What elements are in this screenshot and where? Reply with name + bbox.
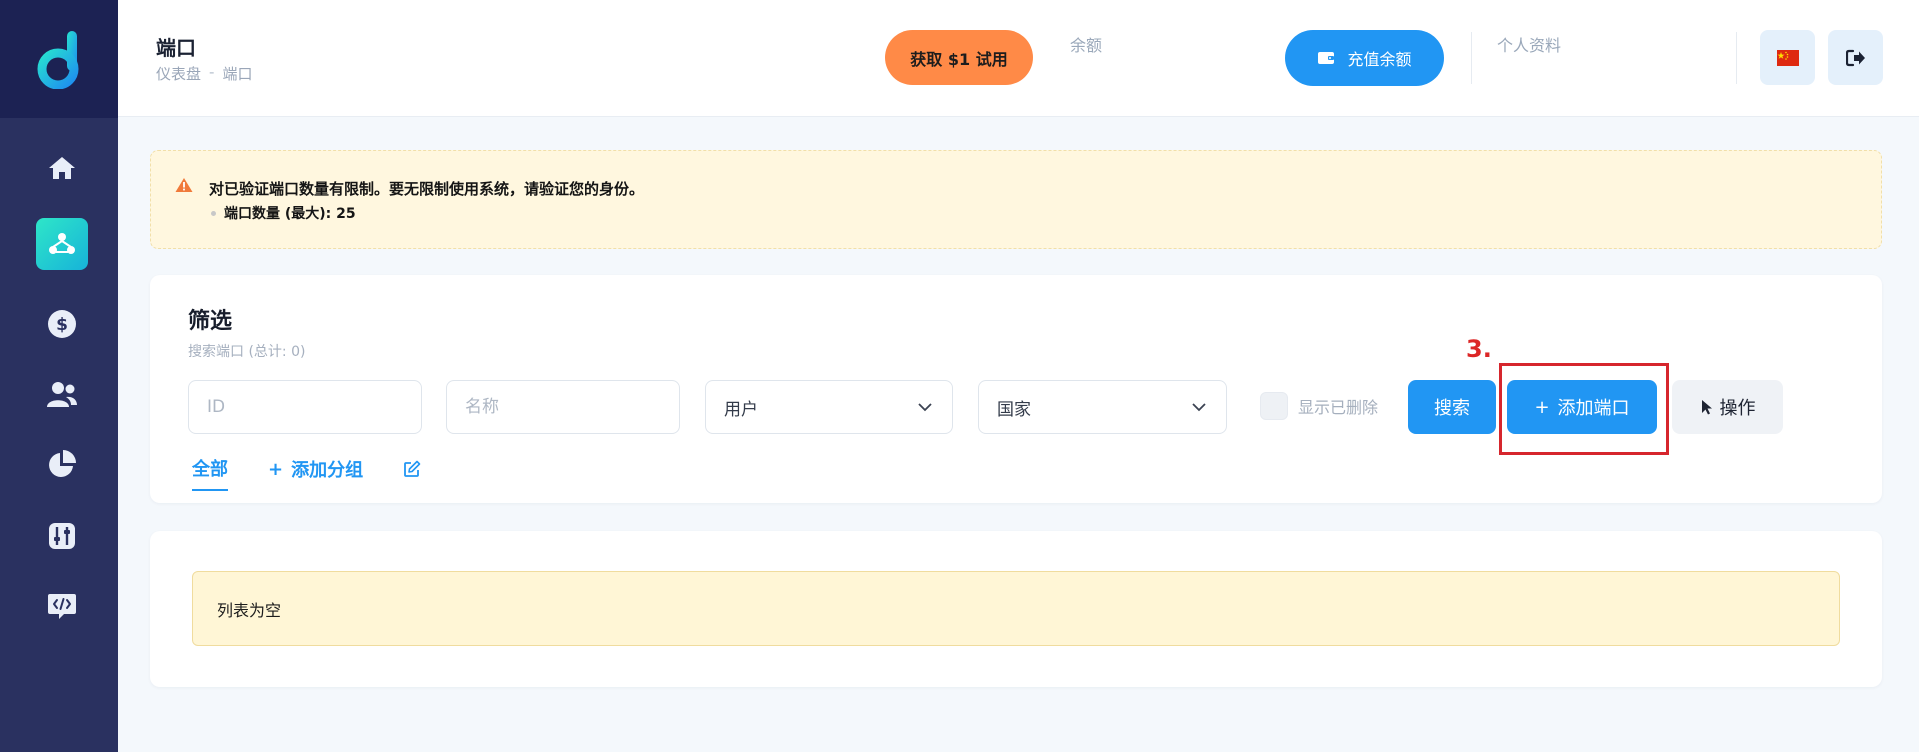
add-port-label: 添加端口 xyxy=(1557,398,1630,419)
name-input[interactable] xyxy=(465,397,679,417)
actions-button[interactable]: 操作 xyxy=(1672,380,1783,434)
breadcrumb-separator: - xyxy=(209,63,215,81)
show-deleted-label: 显示已删除 xyxy=(1298,398,1379,417)
dollar-icon: $ xyxy=(48,310,76,338)
users-icon xyxy=(47,382,77,407)
sidebar-item-settings[interactable] xyxy=(36,510,88,562)
breadcrumb-ports: 端口 xyxy=(222,65,253,83)
recharge-balance-button[interactable]: 充值余额 xyxy=(1285,30,1444,86)
sidebar-item-billing[interactable]: $ xyxy=(36,298,88,350)
show-deleted-checkbox[interactable] xyxy=(1260,392,1288,420)
logout-icon xyxy=(1845,49,1865,66)
balance-label: 余额 xyxy=(1070,36,1103,55)
warning-icon xyxy=(175,178,193,192)
language-button[interactable] xyxy=(1760,30,1815,85)
ports-list-card: 列表为空 xyxy=(150,531,1882,687)
filter-card: 筛选 搜索端口 (总计: 0) 用户 国家 显示已删除 搜索 3. + 添加端口… xyxy=(150,275,1882,503)
get-trial-button[interactable]: 获取 $1 试用 xyxy=(885,30,1033,85)
actions-label: 操作 xyxy=(1719,398,1756,419)
name-field[interactable] xyxy=(446,380,680,434)
sidebar-item-home[interactable] xyxy=(36,142,88,194)
svg-text:$: $ xyxy=(56,315,68,335)
bullet-dot xyxy=(211,210,216,216)
sidebar-item-statistics[interactable] xyxy=(36,438,88,490)
tab-add-group[interactable]: + 添加分组 xyxy=(268,456,363,490)
page-title: 端口 xyxy=(156,36,196,60)
chevron-down-icon xyxy=(1192,402,1206,411)
pie-chart-icon xyxy=(49,450,76,477)
filter-subtitle: 搜索端口 (总计: 0) xyxy=(188,344,306,360)
id-field[interactable] xyxy=(188,380,422,434)
sidebar-item-api[interactable] xyxy=(36,580,88,632)
step-annotation: 3. xyxy=(1466,335,1492,363)
warning-text: 对已验证端口数量有限制。要无限制使用系统，请验证您的身份。 xyxy=(209,180,645,198)
sidebar-item-users[interactable] xyxy=(36,368,88,420)
top-header: 端口 仪表盘 - 端口 获取 $1 试用 余额 充值余额 个人资料 xyxy=(118,0,1919,117)
edit-groups-button[interactable] xyxy=(403,460,421,486)
home-icon xyxy=(49,157,75,179)
chevron-down-icon xyxy=(918,402,932,411)
logout-button[interactable] xyxy=(1828,30,1883,85)
wallet-icon xyxy=(1318,52,1335,64)
profile-label[interactable]: 个人资料 xyxy=(1497,32,1561,56)
breadcrumb-dashboard[interactable]: 仪表盘 xyxy=(156,63,201,84)
user-select[interactable]: 用户 xyxy=(705,380,953,434)
country-select-value: 国家 xyxy=(997,399,1031,420)
recharge-balance-label: 充值余额 xyxy=(1347,50,1412,69)
logo-icon xyxy=(37,31,79,89)
sliders-icon xyxy=(49,523,75,549)
add-port-button[interactable]: + 添加端口 xyxy=(1507,380,1657,434)
warning-bullet: 端口数量 (最大): 25 xyxy=(209,203,356,223)
sidebar: $ xyxy=(0,0,118,752)
id-input[interactable] xyxy=(207,397,421,417)
logo[interactable] xyxy=(0,0,118,118)
header-divider xyxy=(1736,32,1737,84)
sidebar-item-ports[interactable] xyxy=(36,218,88,270)
plus-icon: + xyxy=(1534,396,1550,418)
api-code-icon xyxy=(48,594,76,619)
group-tabs: 全部 + 添加分组 xyxy=(192,455,461,491)
show-deleted-toggle[interactable]: 显示已删除 xyxy=(1260,392,1378,420)
plus-icon: + xyxy=(268,458,284,480)
network-icon xyxy=(49,233,75,254)
tab-all[interactable]: 全部 xyxy=(192,455,228,491)
port-limit-text: 端口数量 (最大): 25 xyxy=(224,206,356,222)
search-button[interactable]: 搜索 xyxy=(1408,380,1496,434)
header-divider xyxy=(1471,32,1472,84)
user-select-value: 用户 xyxy=(724,399,758,420)
verification-warning: 对已验证端口数量有限制。要无限制使用系统，请验证您的身份。 端口数量 (最大):… xyxy=(150,150,1882,249)
country-select[interactable]: 国家 xyxy=(978,380,1227,434)
breadcrumb: 仪表盘 - 端口 xyxy=(156,63,252,84)
china-flag-icon xyxy=(1776,49,1799,66)
empty-list-message: 列表为空 xyxy=(192,571,1840,646)
edit-icon xyxy=(404,460,421,477)
cursor-icon xyxy=(1701,400,1712,415)
filter-title: 筛选 xyxy=(188,309,233,334)
add-group-label: 添加分组 xyxy=(291,460,364,481)
